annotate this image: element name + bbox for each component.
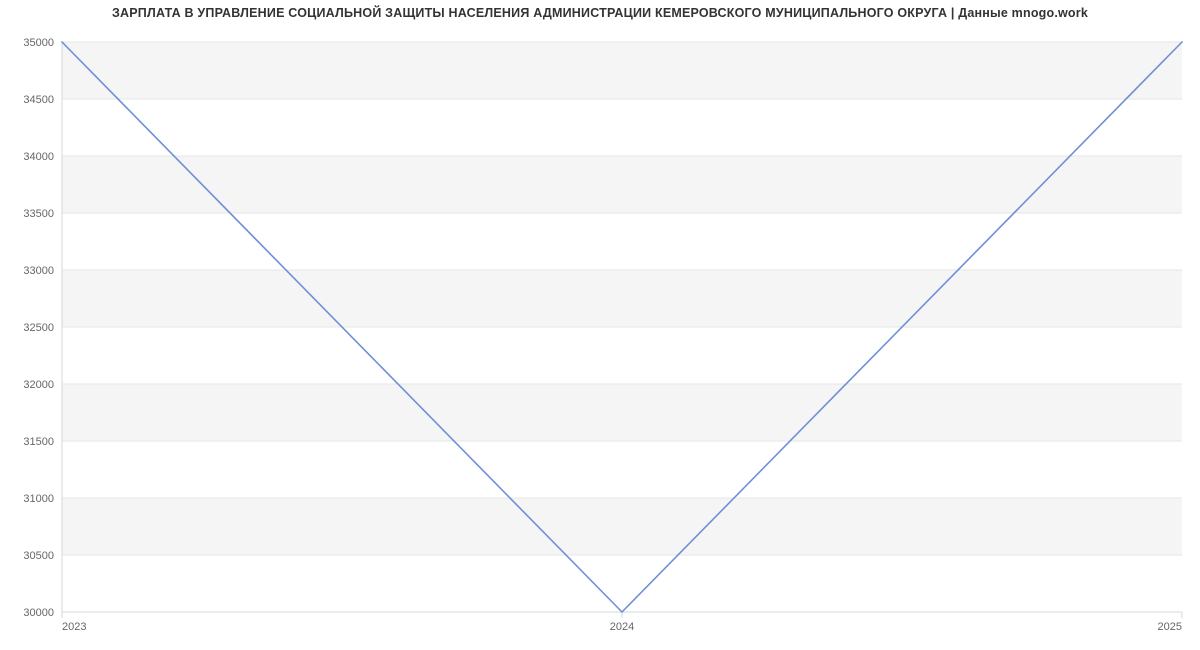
x-tick-label: 2024 xyxy=(610,621,634,633)
y-tick-label: 33500 xyxy=(23,208,54,220)
chart-title: ЗАРПЛАТА В УПРАВЛЕНИЕ СОЦИАЛЬНОЙ ЗАЩИТЫ … xyxy=(0,6,1200,20)
y-tick-label: 30000 xyxy=(23,607,54,619)
y-tick-label: 35000 xyxy=(23,37,54,49)
y-tick-label: 31000 xyxy=(23,493,54,505)
y-tick-label: 34000 xyxy=(23,151,54,163)
y-tick-label: 33000 xyxy=(23,265,54,277)
chart-container: ЗАРПЛАТА В УПРАВЛЕНИЕ СОЦИАЛЬНОЙ ЗАЩИТЫ … xyxy=(0,0,1200,650)
line-chart: 30000 30500 31000 31500 32000 32500 33000 33500… xyxy=(0,0,1200,650)
y-tick-label: 30500 xyxy=(23,550,54,562)
y-tick-label: 32500 xyxy=(23,322,54,334)
y-tick-label: 31500 xyxy=(23,436,54,448)
x-tick-label: 2025 xyxy=(1158,621,1182,633)
y-tick-label: 32000 xyxy=(23,379,54,391)
x-tick-label: 2023 xyxy=(62,621,86,633)
y-tick-label: 34500 xyxy=(23,94,54,106)
